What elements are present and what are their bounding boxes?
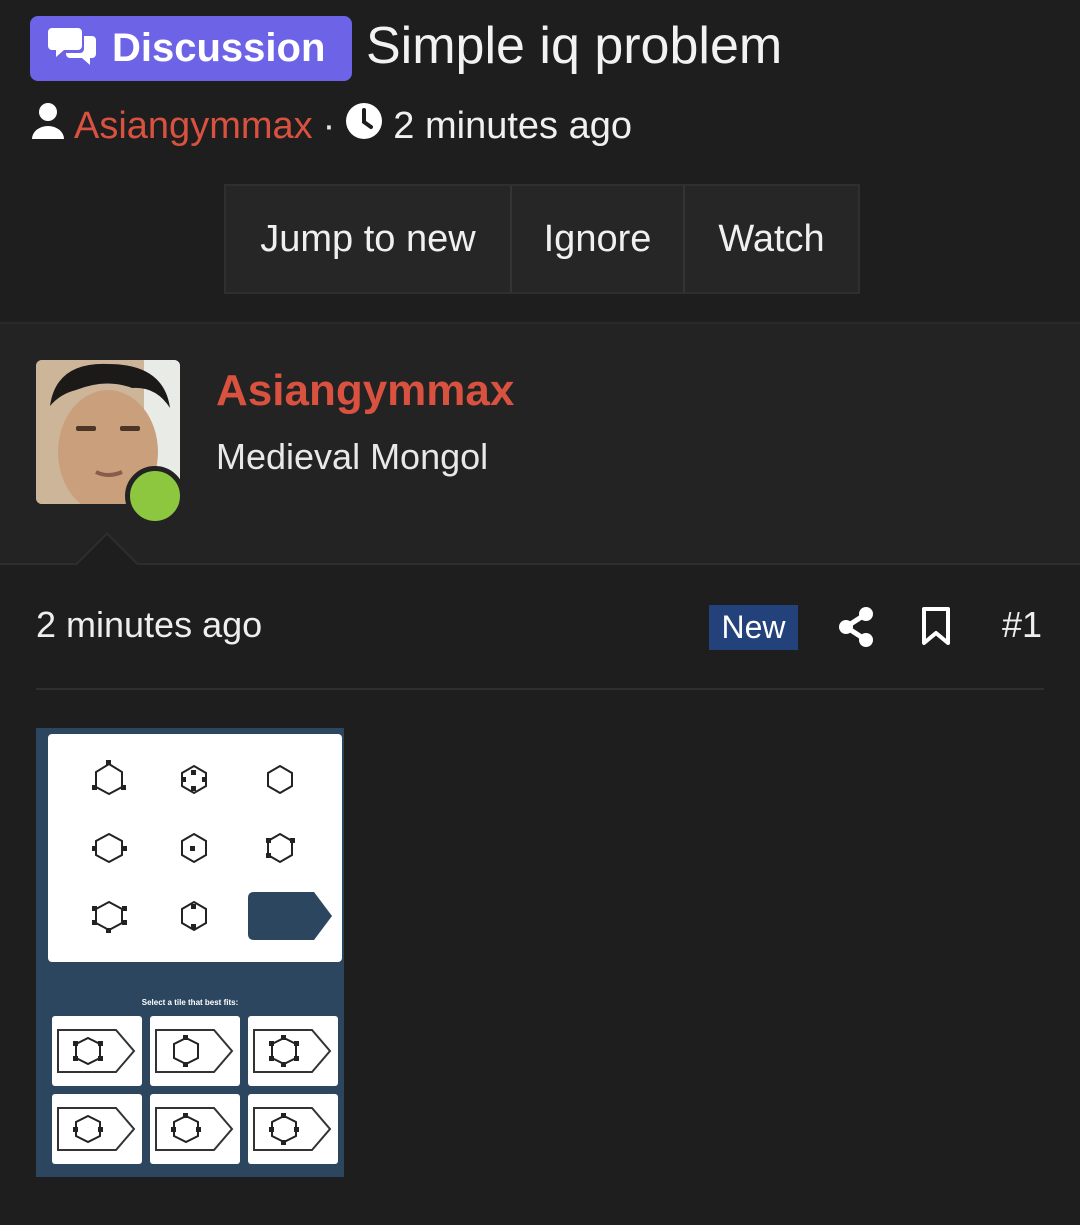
badge-label: Discussion xyxy=(112,26,326,70)
discussion-badge[interactable]: Discussion xyxy=(30,16,352,81)
puzzle-grid xyxy=(48,734,342,962)
answer-tile xyxy=(248,1094,338,1164)
meta-separator: · xyxy=(322,104,336,147)
answer-tile xyxy=(150,1094,240,1164)
share-icon[interactable] xyxy=(836,605,876,649)
jump-to-new-button[interactable]: Jump to new xyxy=(226,186,512,292)
thread-title: Simple iq problem xyxy=(366,17,783,75)
chat-bubbles-icon xyxy=(48,24,98,73)
bookmark-icon[interactable] xyxy=(920,606,952,646)
divider xyxy=(0,563,1080,565)
new-badge: New xyxy=(709,605,798,650)
post-number[interactable]: #1 xyxy=(1002,604,1042,646)
post-attachment-image[interactable]: Select a tile that best fits: xyxy=(36,728,344,1177)
watch-button[interactable]: Watch xyxy=(685,186,858,292)
thread-author-link[interactable]: Asiangymmax xyxy=(74,105,313,148)
post-author-title: Medieval Mongol xyxy=(216,436,489,477)
divider xyxy=(36,688,1044,690)
thread-actions: Jump to new Ignore Watch xyxy=(224,184,860,294)
puzzle-caption: Select a tile that best fits: xyxy=(141,998,239,1007)
clock-icon xyxy=(345,102,383,150)
thread-meta: Asiangymmax · 2 minutes ago xyxy=(30,100,632,152)
answer-tile xyxy=(150,1016,240,1086)
answer-tile xyxy=(52,1094,142,1164)
answer-tile xyxy=(248,1016,338,1086)
ignore-button[interactable]: Ignore xyxy=(512,186,685,292)
answer-tile xyxy=(52,1016,142,1086)
online-status-indicator xyxy=(125,466,185,526)
thread-time[interactable]: 2 minutes ago xyxy=(393,105,632,148)
user-icon xyxy=(30,101,66,151)
post-time[interactable]: 2 minutes ago xyxy=(36,604,262,646)
post-caret-inner xyxy=(76,535,138,566)
post-author-name[interactable]: Asiangymmax xyxy=(216,366,514,416)
